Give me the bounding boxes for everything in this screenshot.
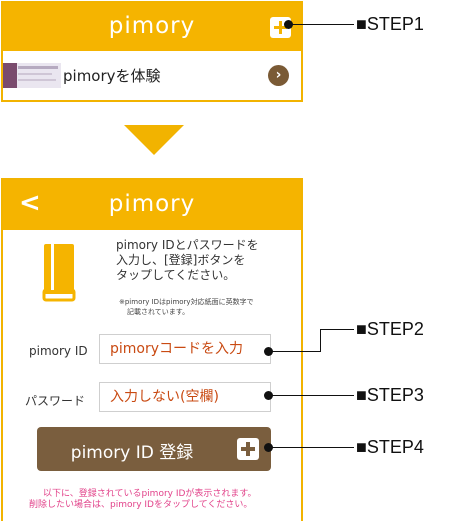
register-pimory-id-button[interactable]: pimory ID 登録 [37, 427, 271, 471]
app-screen-top: pimory pimoryを体験 › [1, 1, 303, 102]
password-label: パスワード [25, 394, 86, 408]
list-item-pimory-trial[interactable]: pimoryを体験 › [3, 51, 301, 100]
pimory-id-label: pimory ID [29, 344, 88, 358]
app-screen-register: < pimory pimory IDとパスワードを 入力し、[登録]ボタンを タ… [1, 178, 303, 521]
step4-label: ■STEP4 [356, 437, 424, 457]
callout-line-step2-vertical [320, 329, 321, 352]
callout-line-step2 [268, 351, 320, 352]
down-arrow-icon [124, 125, 184, 155]
app-title: pimory [108, 191, 196, 217]
thumbnail-image [3, 63, 61, 88]
step3-label: ■STEP3 [356, 385, 424, 405]
step2-label: ■STEP2 [356, 319, 424, 339]
register-button-label: pimory ID 登録 [70, 443, 194, 463]
app-header: < pimory [3, 180, 301, 230]
app-title: pimory [108, 13, 196, 39]
step1-label: ■STEP1 [356, 14, 424, 34]
instruction-text: pimory IDとパスワードを 入力し、[登録]ボタンを タップしてください。 [116, 238, 259, 282]
callout-line-step1 [289, 24, 354, 25]
callout-line-step4 [268, 447, 354, 448]
pimory-id-input[interactable]: pimoryコードを入力 [99, 334, 271, 364]
book-icon [42, 244, 76, 302]
password-input[interactable]: 入力しない(空欄) [99, 382, 271, 412]
app-header: pimory [3, 3, 301, 51]
chevron-right-icon[interactable]: › [268, 65, 289, 86]
plus-icon [237, 438, 259, 460]
footer-hint: 以下に、登録されているpimory IDが表示されます。 削除したい場合は、pi… [29, 489, 257, 510]
note-text: ※pimory IDはpimory対応紙面に英数字で 記載されています。 [119, 298, 254, 316]
callout-line-step3 [268, 395, 354, 396]
list-item-label: pimoryを体験 [63, 67, 161, 85]
callout-line-step2-top [320, 329, 354, 330]
